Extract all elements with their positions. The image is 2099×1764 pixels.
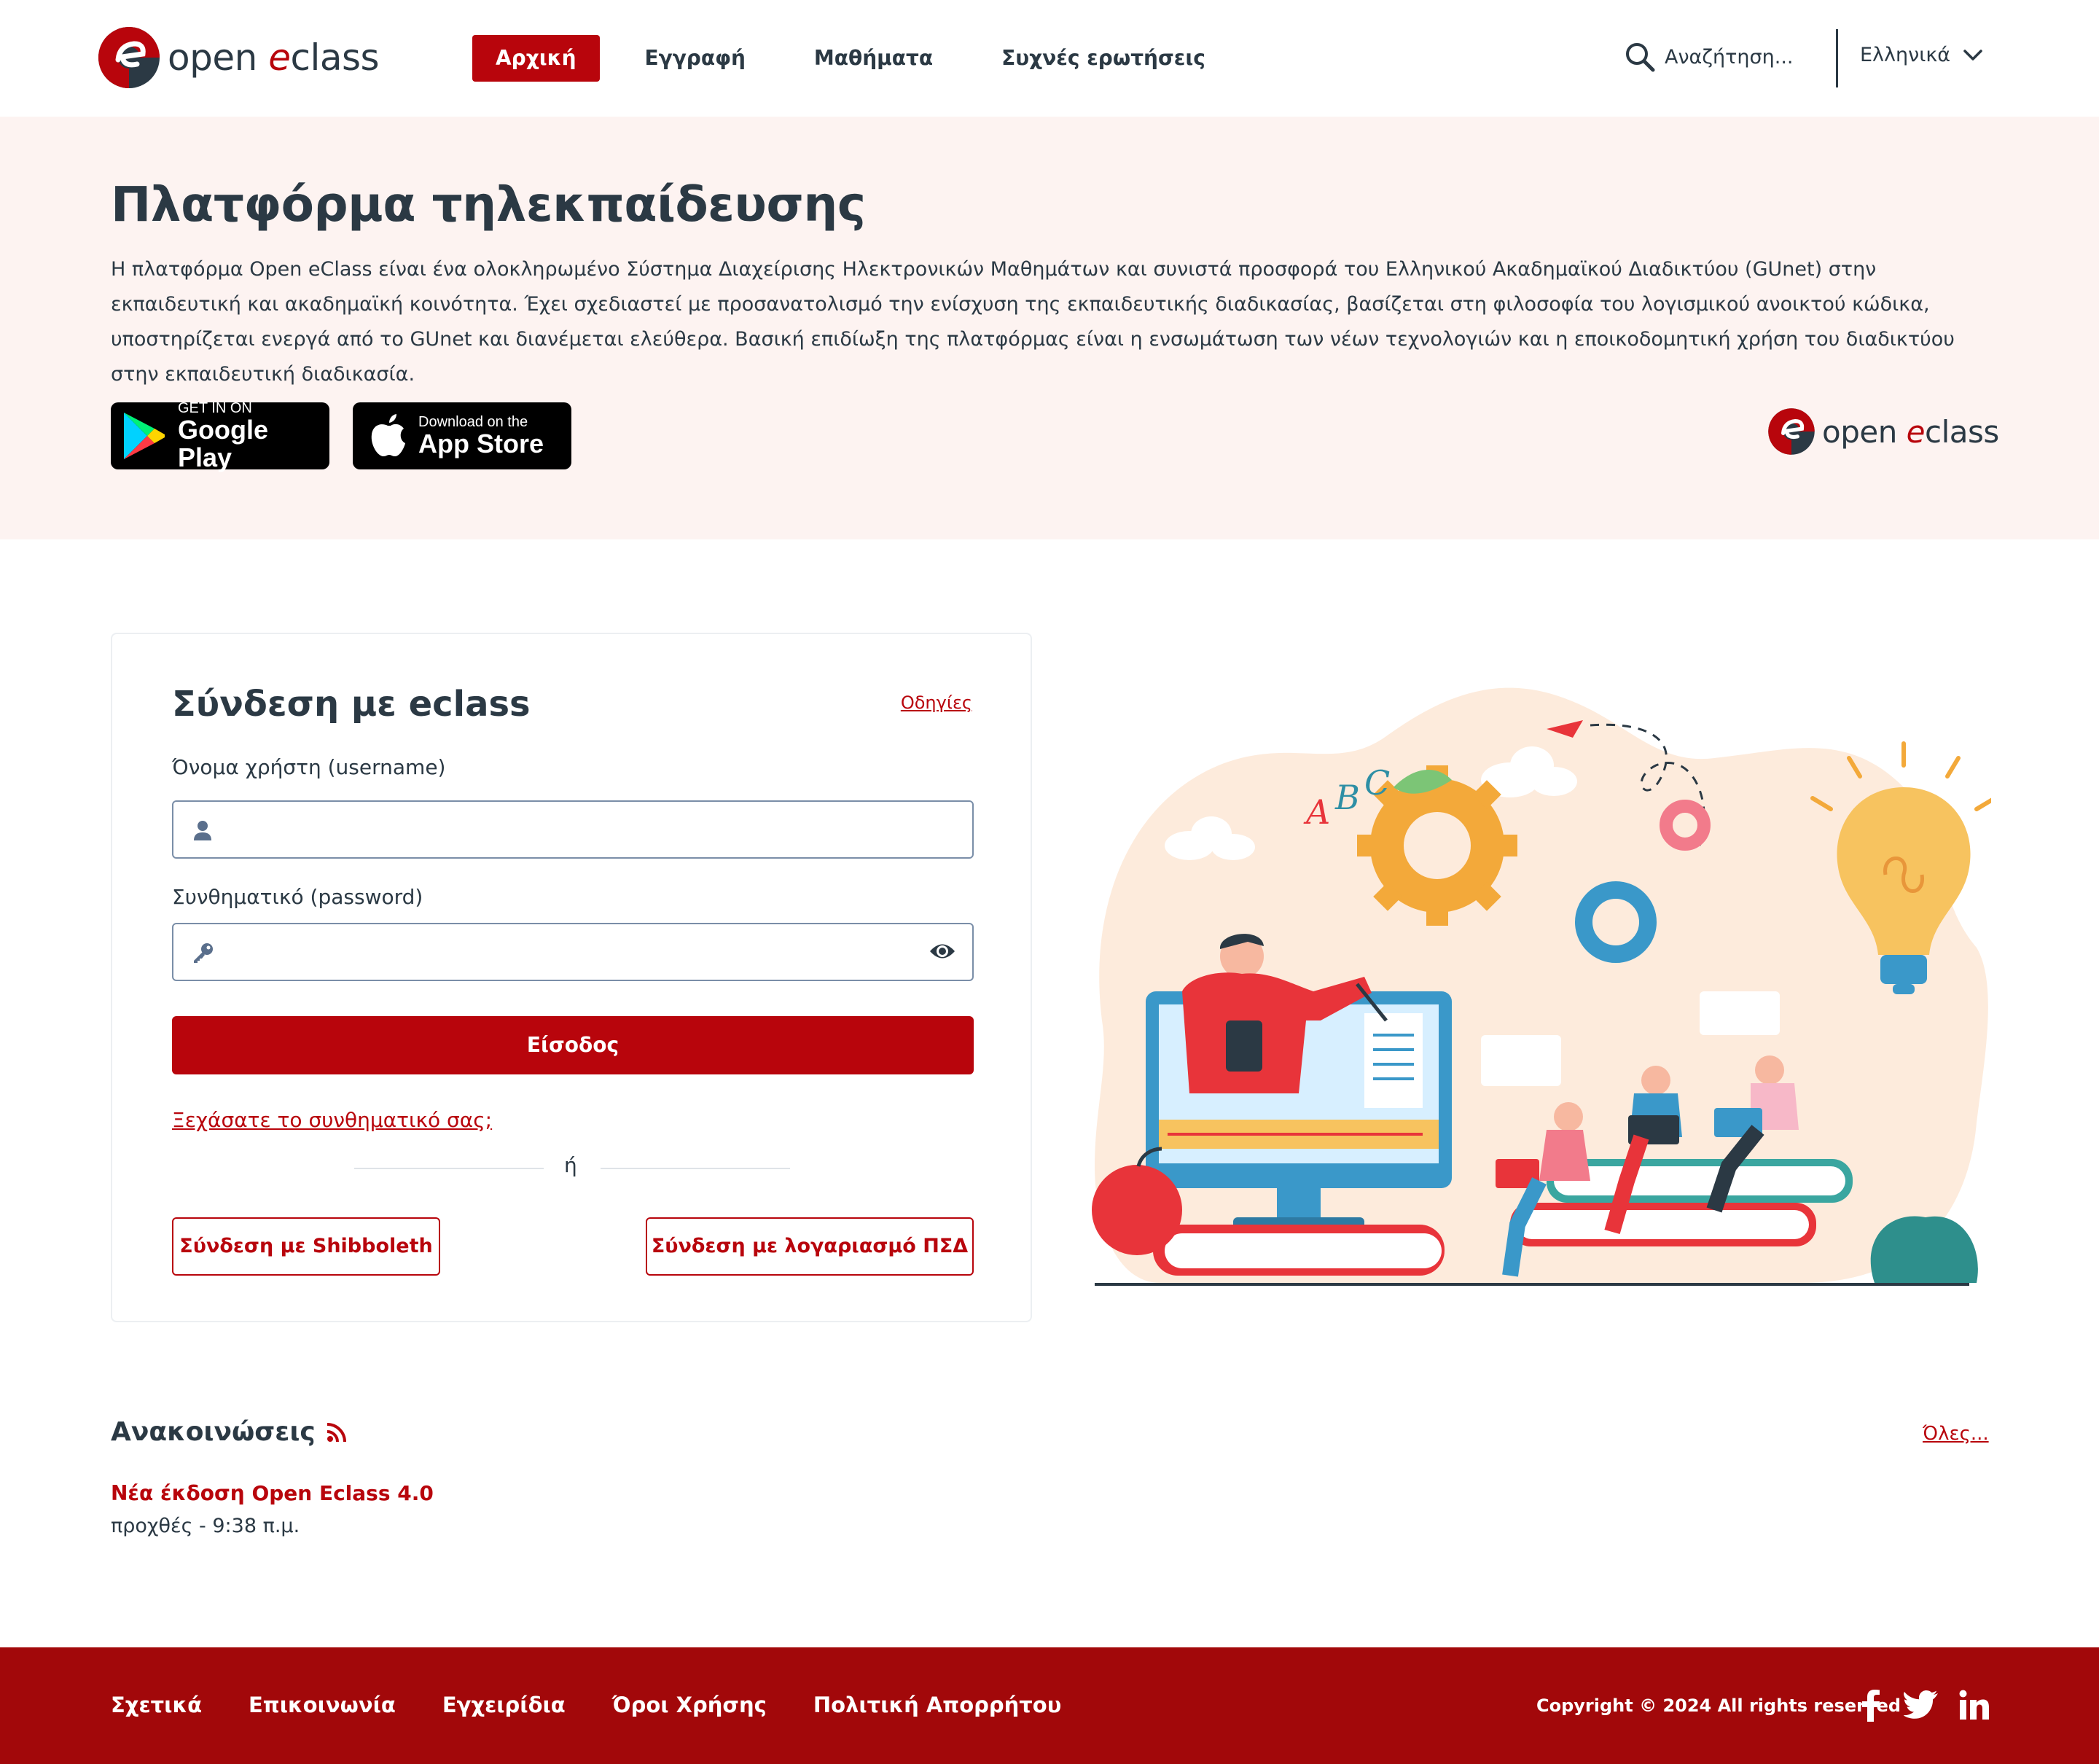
platform-description: Η πλατφόρμα Open eClass είναι ένα ολοκλη… — [111, 258, 1955, 386]
announcement-title-link[interactable]: Νέα έκδοση Open Eclass 4.0 — [111, 1481, 434, 1505]
nav-courses[interactable]: Μαθήματα — [791, 35, 956, 82]
announcement-date: προχθές - 9:38 π.μ. — [111, 1515, 300, 1537]
copyright-text: Copyright © 2024 All rights reserved — [1536, 1695, 1901, 1716]
google-play-big-text: Google Play — [177, 415, 268, 472]
language-selector[interactable]: Ελληνικά — [1860, 44, 1982, 66]
language-label: Ελληνικά — [1860, 44, 1951, 66]
eclass-logo-mark-icon — [98, 27, 160, 88]
psd-login-button[interactable]: Σύνδεση με λογαριασμό ΠΣΔ — [646, 1217, 974, 1276]
nav-home[interactable]: Αρχική — [472, 35, 600, 82]
password-input[interactable] — [224, 932, 910, 972]
google-play-icon — [123, 413, 165, 459]
elearning-illustration: A B C — [1092, 687, 1991, 1286]
footer-link-privacy[interactable]: Πολιτική Απορρήτου — [813, 1693, 1061, 1717]
search-icon[interactable] — [1624, 41, 1656, 73]
svg-text:B: B — [1334, 778, 1360, 817]
username-label: Όνομα χρήστη (username) — [172, 755, 446, 779]
page-title: Πλατφόρμα τηλεκπαίδευσης — [111, 176, 866, 233]
password-label: Συνθηματικό (password) — [172, 885, 423, 909]
app-store-small-text: Download on the — [418, 414, 528, 430]
main-nav: Αρχική Εγγραφή Μαθήματα Συχνές ερωτήσεις — [472, 35, 1251, 82]
or-separator: ή — [564, 1153, 577, 1177]
apple-icon — [371, 414, 405, 456]
app-store-big-text: App Store — [418, 429, 544, 458]
logo-text: open eclass — [168, 36, 380, 79]
eclass-logo-mark-icon — [1768, 408, 1815, 455]
login-title: Σύνδεση με eclass — [172, 684, 531, 725]
search-box[interactable]: Αναζήτηση... — [1624, 41, 1794, 73]
footer-link-terms[interactable]: Όροι Χρήσης — [612, 1693, 767, 1717]
announcements-title: Ανακοινώσεις — [111, 1417, 348, 1447]
twitter-icon[interactable] — [1904, 1690, 1939, 1720]
facebook-icon[interactable] — [1861, 1690, 1880, 1722]
show-password-icon[interactable] — [929, 940, 956, 962]
nav-faq[interactable]: Συχνές ερωτήσεις — [978, 35, 1229, 82]
google-play-badge[interactable]: GET IN ON Google Play — [111, 400, 329, 472]
linkedin-icon[interactable] — [1959, 1690, 1990, 1720]
rss-icon[interactable] — [326, 1421, 348, 1443]
hero-section: Πλατφόρμα τηλεκπαίδευσης Η πλατφόρμα Ope… — [0, 117, 2099, 539]
login-button[interactable]: Είσοδος — [172, 1016, 974, 1074]
footer-link-contact[interactable]: Επικοινωνία — [249, 1693, 396, 1717]
password-field[interactable] — [172, 923, 974, 981]
app-store-badge[interactable]: Download on the App Store — [353, 402, 571, 469]
footer-link-about[interactable]: Σχετικά — [111, 1693, 202, 1717]
top-navbar: open eclass Αρχική Εγγραφή Μαθήματα Συχν… — [0, 0, 2099, 117]
all-announcements-link[interactable]: Όλες... — [1923, 1423, 1989, 1445]
or-divider-left — [354, 1168, 544, 1169]
nav-register[interactable]: Εγγραφή — [622, 35, 769, 82]
guide-link[interactable]: Οδηγίες — [901, 692, 972, 713]
hero-eclass-logo: open eclass — [1767, 407, 1999, 456]
user-icon — [194, 821, 211, 840]
forgot-password-link[interactable]: Ξεχάσατε το συνθηματικό σας; — [172, 1108, 492, 1132]
login-card: Σύνδεση με eclass Οδηγίες Όνομα χρήστη (… — [111, 633, 1032, 1322]
announcements-heading: Ανακοινώσεις — [111, 1417, 316, 1447]
google-play-small-text: GET IN ON — [177, 400, 252, 416]
chevron-down-icon — [1963, 49, 1982, 61]
hero-logo-text: open eclass — [1822, 413, 1999, 450]
svg-text:C: C — [1364, 763, 1390, 803]
footer-link-manuals[interactable]: Εγχειρίδια — [442, 1693, 566, 1717]
open-eclass-logo[interactable]: open eclass — [96, 25, 380, 90]
username-input[interactable] — [224, 809, 910, 850]
username-field[interactable] — [172, 800, 974, 859]
key-icon — [194, 943, 213, 963]
site-footer: Σχετικά Επικοινωνία Εγχειρίδια Όροι Χρήσ… — [0, 1647, 2099, 1764]
or-divider-right — [601, 1168, 790, 1169]
shibboleth-login-button[interactable]: Σύνδεση με Shibboleth — [172, 1217, 440, 1276]
search-placeholder[interactable]: Αναζήτηση... — [1665, 46, 1794, 69]
footer-links: Σχετικά Επικοινωνία Εγχειρίδια Όροι Χρήσ… — [111, 1693, 1108, 1717]
header-divider — [1836, 29, 1838, 87]
svg-text:A: A — [1303, 792, 1330, 832]
